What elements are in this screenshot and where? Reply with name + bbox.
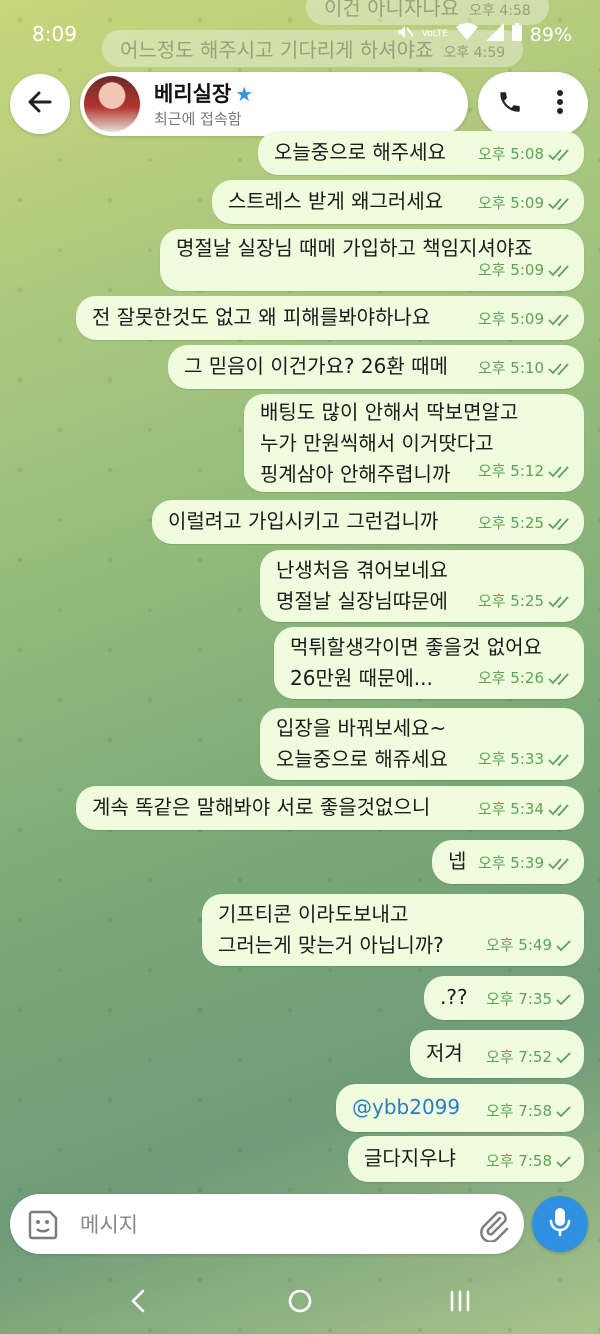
message-bubble[interactable]: 먹튀할생각이면 좋을것 없어요 26만원 때문에... 오후 5:26 bbox=[274, 627, 584, 699]
read-checks-icon bbox=[548, 197, 572, 210]
phone-icon bbox=[497, 89, 523, 119]
more-vert-icon bbox=[556, 89, 564, 119]
call-button[interactable] bbox=[492, 86, 528, 122]
message-input[interactable] bbox=[78, 1206, 462, 1244]
mention-link[interactable]: @ybb2099 bbox=[352, 1092, 460, 1123]
message-time: 오후 5:09 bbox=[477, 194, 544, 212]
message-time: 오후 7:58 bbox=[485, 1152, 552, 1170]
message-time: 오후 5:33 bbox=[477, 750, 544, 768]
sent-check-icon bbox=[556, 1051, 572, 1064]
ghost-message: 이건 아니자나요 오후 4:58 bbox=[306, 0, 549, 25]
message-time: 오후 5:09 bbox=[477, 310, 544, 328]
message-time: 오후 7:35 bbox=[485, 990, 552, 1008]
back-arrow-icon bbox=[26, 88, 54, 120]
message-bubble[interactable]: 그 믿음이 이건가요? 26환 때메 오후 5:10 bbox=[168, 345, 584, 389]
avatar[interactable] bbox=[84, 76, 140, 132]
message-bubble[interactable]: 배팅도 많이 안해서 딱보면알고 누가 만원씩해서 이거땃다고 핑계삼아 안해주… bbox=[244, 394, 584, 492]
message-bubble[interactable]: 계속 똑같은 말해봐야 서로 좋을것없으니 오후 5:34 bbox=[76, 786, 584, 830]
message-bubble[interactable]: 난생처음 겪어보네요 명절날 실장님땨문에 오후 5:25 bbox=[260, 550, 584, 622]
message-time: 오후 5:39 bbox=[477, 854, 544, 872]
message-time: 오후 7:52 bbox=[485, 1048, 552, 1066]
back-button[interactable] bbox=[10, 74, 70, 134]
message-bubble[interactable]: 기프티콘 이라도보내고 그러는게 맞는거 아닙니까? 오후 5:49 bbox=[202, 894, 584, 966]
system-nav-bar bbox=[0, 1270, 600, 1334]
message-bubble[interactable]: 명절날 실장님 때메 가입하고 책임지셔야죠 오후 5:09 bbox=[160, 229, 584, 291]
read-checks-icon bbox=[548, 465, 572, 478]
nav-home-icon[interactable] bbox=[285, 1286, 315, 1316]
message-time: 오후 5:34 bbox=[477, 800, 544, 818]
read-checks-icon bbox=[548, 857, 572, 870]
battery-percent: 89% bbox=[529, 23, 572, 46]
message-composer bbox=[10, 1194, 524, 1254]
mic-icon bbox=[548, 1207, 572, 1241]
nav-recents-icon[interactable] bbox=[446, 1286, 476, 1316]
message-time: 오후 5:25 bbox=[477, 514, 544, 532]
message-time: 오후 5:10 bbox=[477, 359, 544, 377]
message-bubble[interactable]: 넵 오후 5:39 bbox=[432, 840, 584, 884]
read-checks-icon bbox=[548, 753, 572, 766]
read-checks-icon bbox=[548, 362, 572, 375]
message-time: 오후 5:49 bbox=[485, 936, 552, 954]
more-button[interactable] bbox=[542, 86, 578, 122]
read-checks-icon bbox=[548, 595, 572, 608]
message-bubble[interactable]: @ybb2099 오후 7:58 bbox=[336, 1084, 584, 1132]
sent-check-icon bbox=[556, 993, 572, 1006]
chat-header[interactable]: 베리실장 ★ 최근에 접속함 bbox=[80, 72, 468, 136]
header-actions bbox=[478, 72, 588, 136]
message-bubble[interactable]: .?? 오후 7:35 bbox=[424, 976, 584, 1020]
message-time: 오후 5:25 bbox=[477, 592, 544, 610]
paperclip-icon[interactable] bbox=[476, 1208, 510, 1243]
message-time: 오후 5:26 bbox=[477, 669, 544, 687]
read-checks-icon bbox=[548, 803, 572, 816]
ghost-message: 어느정도 해주시고 기다리게 하셔야죠 오후 4:59 bbox=[102, 30, 524, 67]
read-checks-icon bbox=[548, 264, 572, 277]
message-bubble[interactable]: 이럴려고 가입시키고 그런겁니까 오후 5:25 bbox=[152, 500, 584, 544]
message-time: 오후 7:58 bbox=[485, 1102, 552, 1120]
nav-back-icon[interactable] bbox=[124, 1286, 154, 1316]
message-bubble[interactable]: 글다지우냐 오후 7:58 bbox=[348, 1136, 584, 1182]
read-checks-icon bbox=[548, 517, 572, 530]
verified-star-icon: ★ bbox=[235, 82, 254, 106]
message-bubble[interactable]: 입장을 바꿔보세요~ 오늘중으로 해쥬세요 오후 5:33 bbox=[260, 708, 584, 780]
message-bubble[interactable]: 저겨 오후 7:52 bbox=[410, 1030, 584, 1078]
sent-check-icon bbox=[556, 1155, 572, 1168]
contact-status: 최근에 접속함 bbox=[154, 110, 242, 128]
read-checks-icon bbox=[548, 148, 572, 161]
message-bubble[interactable]: 스트레스 받게 왜그러세요 오후 5:09 bbox=[212, 180, 584, 224]
message-time: 오후 5:12 bbox=[477, 462, 544, 480]
contact-name: 베리실장 bbox=[154, 82, 232, 106]
sent-check-icon bbox=[556, 1105, 572, 1118]
message-time: 오후 5:09 bbox=[477, 261, 544, 279]
status-time: 8:09 bbox=[32, 22, 77, 46]
sent-check-icon bbox=[556, 939, 572, 952]
mic-button[interactable] bbox=[532, 1196, 588, 1252]
message-bubble[interactable]: 전 잘못한것도 없고 왜 피해를봐야하나요 오후 5:09 bbox=[76, 296, 584, 340]
read-checks-icon bbox=[548, 672, 572, 685]
message-bubble[interactable]: 오늘중으로 해주세요 오후 5:08 bbox=[258, 131, 584, 175]
message-time: 오후 5:08 bbox=[477, 145, 544, 163]
sticker-icon[interactable] bbox=[26, 1208, 60, 1242]
read-checks-icon bbox=[548, 313, 572, 326]
